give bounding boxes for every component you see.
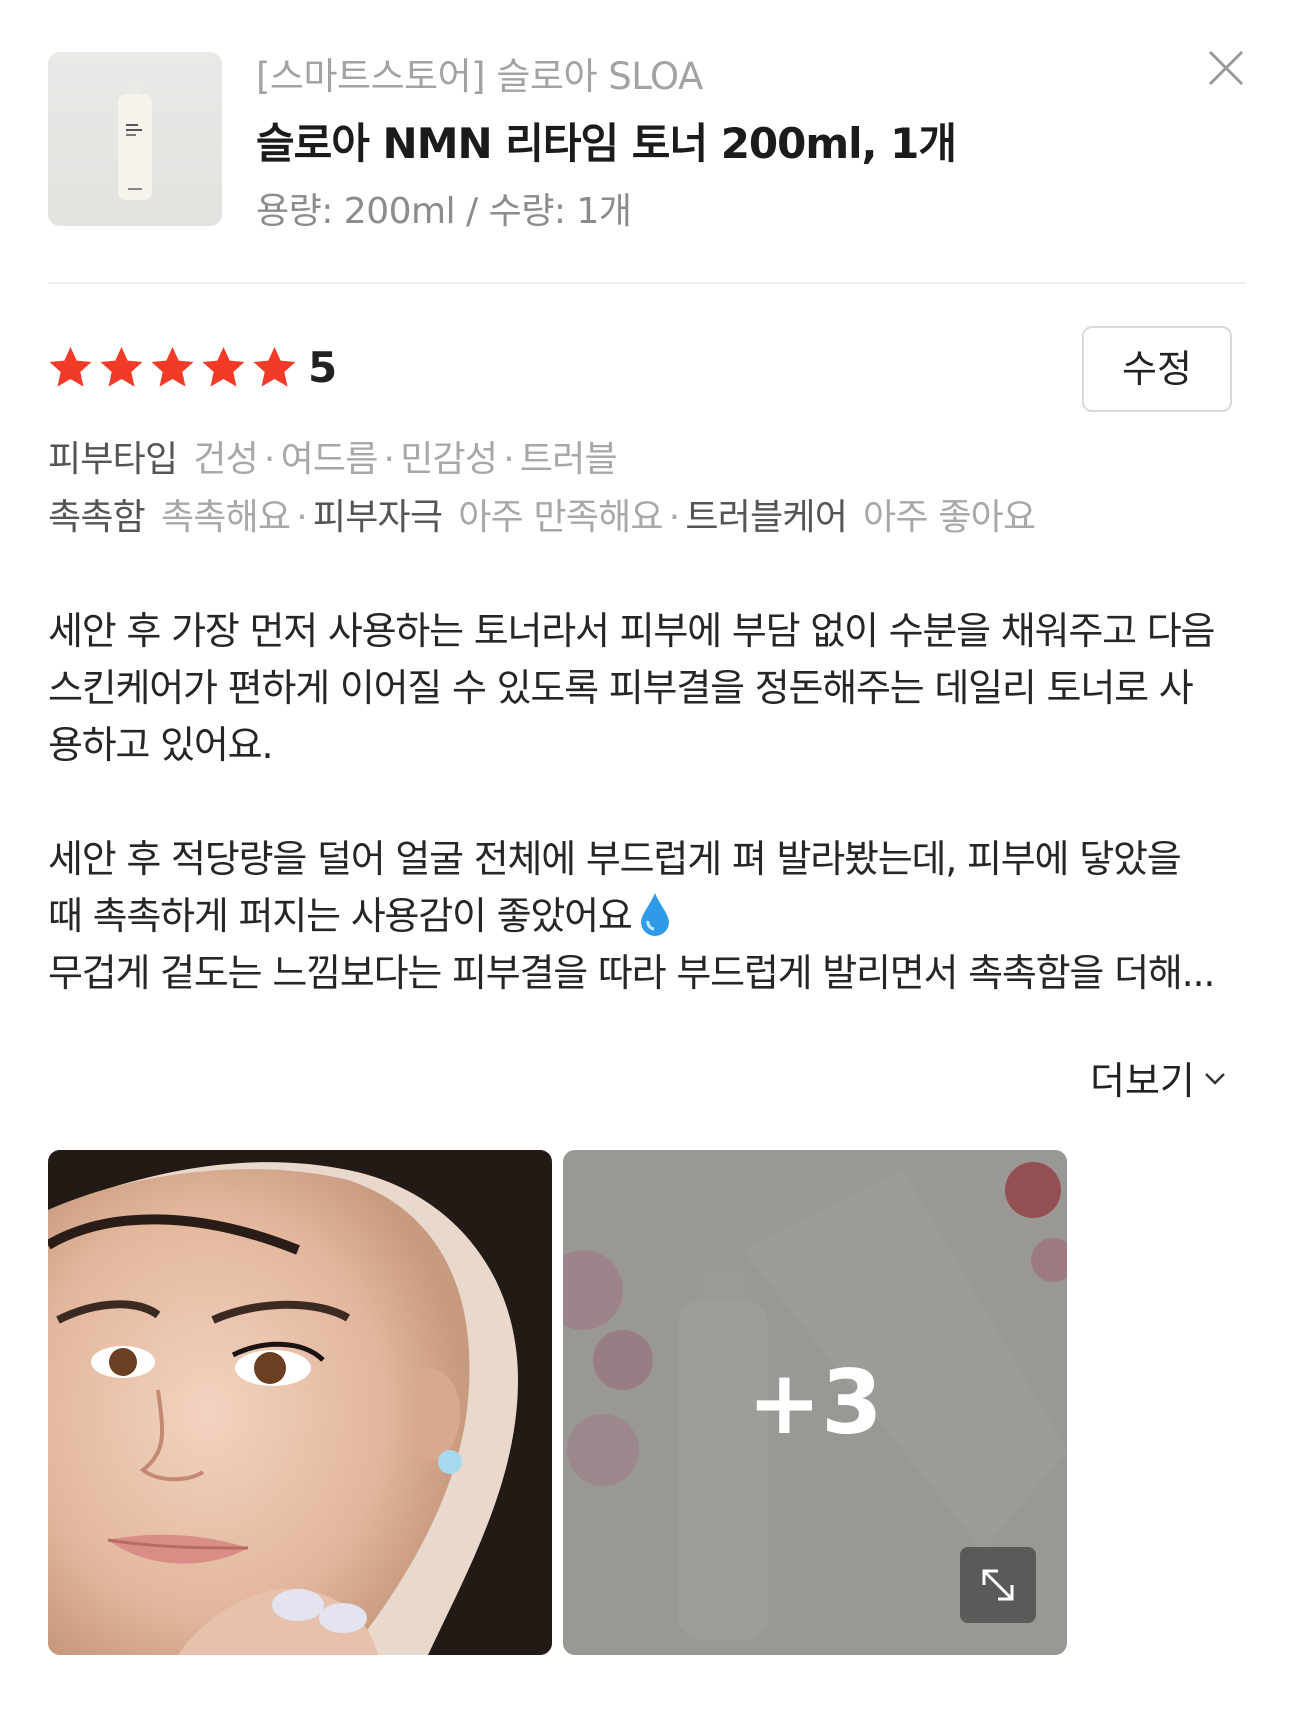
skin-type-label: 피부타입 — [48, 439, 178, 480]
review-photo-more[interactable]: +3 — [563, 1150, 1067, 1655]
expand-icon — [982, 1569, 1014, 1601]
star-rating — [46, 344, 299, 392]
edit-button[interactable]: 수정 — [1082, 326, 1232, 412]
rating-score: 5 — [308, 343, 338, 392]
evaluation-value: 아주 좋아요 — [863, 497, 1036, 538]
close-button[interactable] — [1202, 44, 1250, 92]
star-icon — [151, 347, 194, 387]
face-photo-image — [48, 1150, 552, 1655]
divider — [48, 282, 1246, 284]
review-paragraph: 세안 후 가장 먼저 사용하는 토너라서 피부에 부담 없이 수분을 채워주고 … — [48, 609, 1215, 767]
expand-button[interactable] — [960, 1547, 1036, 1623]
chevron-down-icon — [1205, 1072, 1225, 1085]
evaluation-line: 촉촉함 촉촉해요 · 피부자극 아주 만족해요 · 트러블케어 아주 좋아요 — [48, 497, 1036, 538]
product-bottle-image — [118, 82, 152, 200]
more-button[interactable]: 더보기 — [1090, 1050, 1229, 1105]
skin-type-line: 피부타입 건성 · 여드름 · 민감성 · 트러블 — [48, 439, 618, 480]
product-title[interactable]: 슬로아 NMN 리타임 토너 200ml, 1개 — [256, 110, 957, 171]
evaluation-value: 촉촉해요 — [160, 497, 291, 538]
close-icon — [1208, 50, 1244, 86]
water-drop-icon — [640, 893, 669, 936]
product-option: 용량: 200ml / 수량: 1개 — [256, 191, 632, 232]
evaluation-label: 촉촉함 — [48, 497, 146, 538]
star-icon — [100, 347, 143, 387]
star-icon — [253, 347, 296, 387]
evaluation-value: 아주 만족해요 — [458, 497, 663, 538]
skin-type-value: 트러블 — [519, 439, 618, 480]
review-paragraph: 무겁게 겉도는 느낌보다는 피부결을 따라 부드럽게 발리면서 촉촉함을 더해.… — [48, 951, 1215, 995]
review-paragraph: 세안 후 적당량을 덜어 얼굴 전체에 부드럽게 펴 발라봤는데, 피부에 닿았… — [48, 837, 1182, 938]
evaluation-label: 피부자극 — [312, 497, 443, 538]
skin-type-value: 건성 — [193, 439, 258, 480]
skin-type-value: 여드름 — [280, 439, 379, 480]
review-photo[interactable] — [48, 1150, 552, 1655]
evaluation-label: 트러블케어 — [685, 497, 848, 538]
more-label: 더보기 — [1090, 1059, 1195, 1103]
star-icon — [49, 347, 92, 387]
skin-type-value: 민감성 — [400, 439, 498, 480]
review-text: 세안 후 가장 먼저 사용하는 토너라서 피부에 부담 없이 수분을 채워주고 … — [48, 603, 1248, 1002]
review-card: [스마트스토어] 슬로아 SLOA 슬로아 NMN 리타임 토너 200ml, … — [0, 0, 1290, 1710]
star-icon — [202, 347, 245, 387]
store-name[interactable]: [스마트스토어] 슬로아 SLOA — [256, 46, 703, 100]
product-thumbnail[interactable] — [48, 52, 222, 226]
